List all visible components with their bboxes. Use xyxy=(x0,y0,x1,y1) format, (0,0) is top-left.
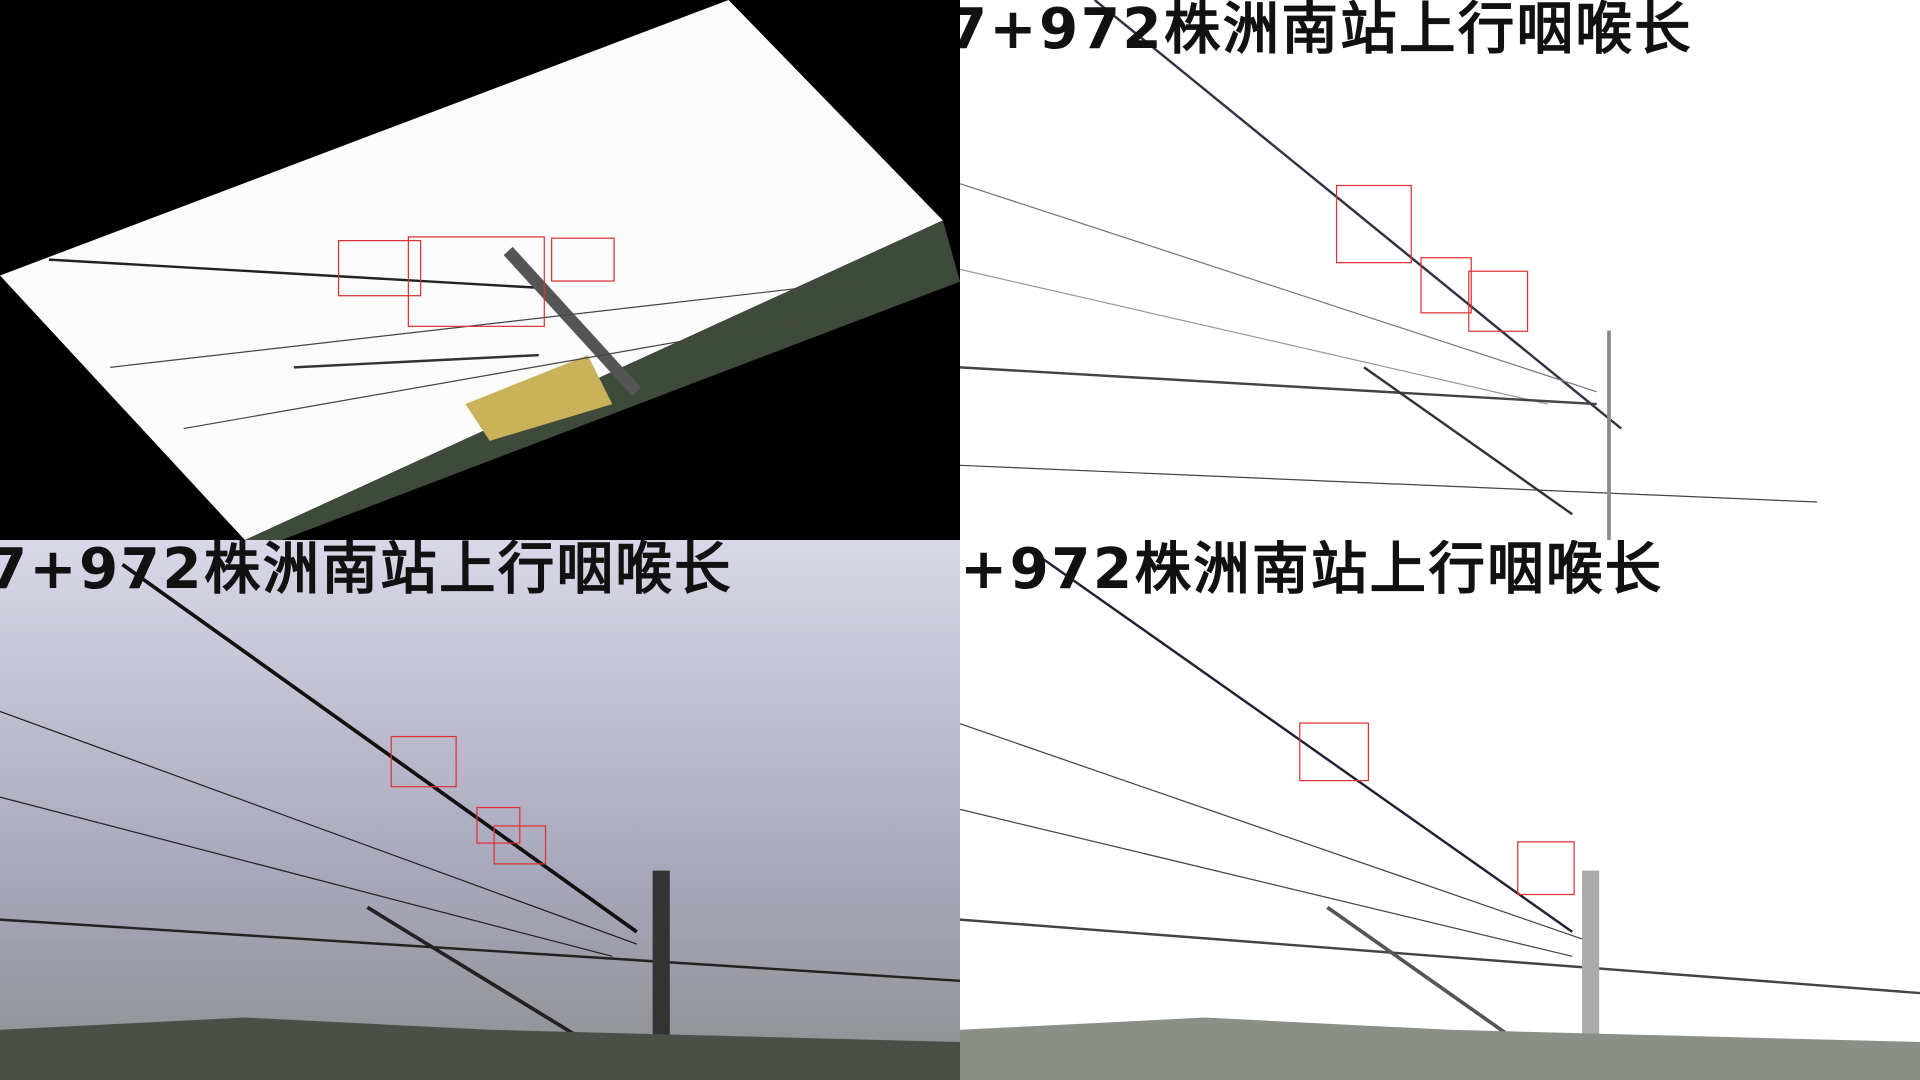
overlay-text: 7+972株洲南站上行咽喉长 xyxy=(0,540,733,602)
brightened-scene xyxy=(960,551,1920,1080)
detection-box xyxy=(1335,184,1412,264)
detection-box xyxy=(493,825,547,865)
detection-box xyxy=(1468,270,1529,332)
detection-box xyxy=(390,735,457,788)
overlay-text: +972株洲南站上行咽喉长 xyxy=(960,540,1664,602)
detection-box xyxy=(551,237,615,282)
detection-box xyxy=(1299,722,1369,782)
panel-original: 7+972株洲南站上行咽喉长 xyxy=(0,540,961,1080)
panel-edge: 7+972株洲南站上行咽喉长 xyxy=(960,0,1920,541)
detection-box xyxy=(1517,841,1575,896)
panel-brightened: +972株洲南站上行咽喉长 xyxy=(960,540,1920,1080)
collage: 7+972株洲南站上行咽喉长 7+972株洲南站上行咽喉长 +972株洲南站上行… xyxy=(0,0,1920,1080)
detection-box xyxy=(407,236,545,327)
panel-rotated xyxy=(0,0,961,541)
detection-box xyxy=(1420,257,1472,314)
overlay-text: 7+972株洲南站上行咽喉长 xyxy=(960,0,1693,62)
